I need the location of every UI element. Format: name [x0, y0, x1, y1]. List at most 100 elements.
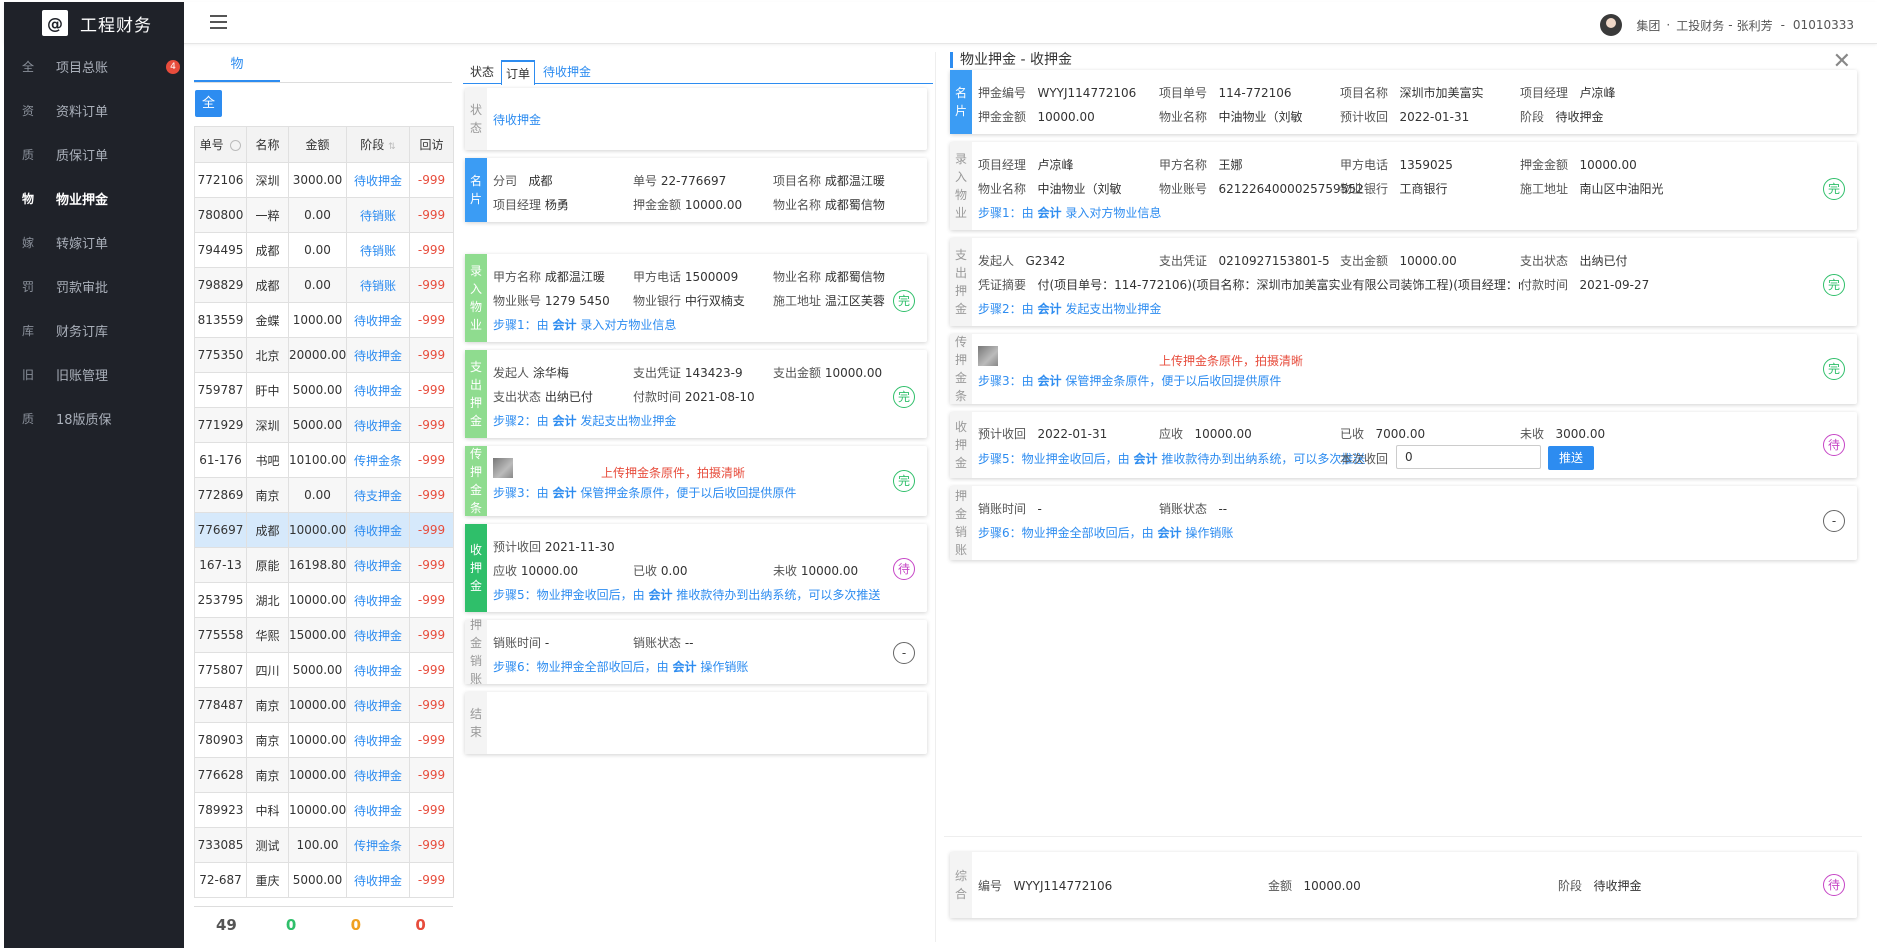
table-row[interactable]: 772106 深圳 3000.00 待收押金 -999 [194, 162, 454, 198]
sidebar-item-old-accounts[interactable]: 旧 旧账管理 [4, 352, 184, 396]
followup-cell: -999 [409, 827, 454, 863]
app-logo[interactable]: @ 工程财务 [4, 2, 184, 44]
table-row[interactable]: 775807 四川 5000.00 待收押金 -999 [194, 652, 454, 688]
amount-cell: 10000.00 [288, 582, 347, 618]
name-cell: 南京 [246, 722, 289, 758]
amount-cell: 5000.00 [288, 652, 347, 688]
deposit-enter-property-card: 录入物业 项目经理 卢凉峰 甲方名称 王娜 甲方电话 1359025 押金金额 … [950, 142, 1857, 230]
amount-cell: 10000.00 [288, 687, 347, 723]
card-label: 押金销账 [950, 486, 972, 560]
stage-cell: 待收押金 [346, 687, 410, 723]
sidebar-item-fine-approval[interactable]: 罚 罚款审批 [4, 264, 184, 308]
amount-cell: 5000.00 [288, 407, 347, 443]
card-label: 名片 [950, 70, 972, 134]
table-row[interactable]: 772869 南京 0.00 待支押金 -999 [194, 477, 454, 513]
menu-toggle-icon[interactable] [210, 15, 227, 29]
push-button[interactable]: 推送 [1548, 446, 1594, 470]
user-info[interactable]: 集团 · 工投财务 - 张利芳 - 01010333 [1600, 14, 1854, 36]
stage-cell: 待收押金 [346, 617, 410, 653]
column-header-order-no[interactable]: 单号 [194, 126, 247, 163]
table-row[interactable]: 72-687 重庆 5000.00 待收押金 -999 [194, 862, 454, 898]
current-collect-input[interactable] [1396, 445, 1541, 469]
sidebar-item-label: 18版质保 [56, 412, 112, 428]
table-row[interactable]: 776697 成都 10000.00 待收押金 -999 [194, 512, 454, 548]
table-row[interactable]: 733085 测试 100.00 传押金条 -999 [194, 827, 454, 863]
totals-bar: 49 0 0 0 [194, 906, 453, 942]
column-header-stage[interactable]: 阶段 ⇅ [346, 126, 410, 163]
order-no-cell: 733085 [194, 827, 247, 863]
column-header-name[interactable]: 名称 [246, 126, 289, 163]
current-collect-label: 本次收回 [1340, 452, 1389, 466]
total-count: 49 [215, 916, 237, 934]
table-row[interactable]: 61-176 书吧 10100.00 传押金条 -999 [194, 442, 454, 478]
followup-cell: -999 [409, 337, 454, 373]
tab-status[interactable]: 状态 [467, 60, 497, 84]
sidebar-item-18-warranty[interactable]: 质 18版质保 [4, 396, 184, 440]
panel-title: 物业押金 - 收押金 [950, 52, 1072, 68]
tab-order[interactable]: 订单 [501, 60, 535, 85]
top-bar: @ 工程财务 集团 · 工投财务 - 张利芳 - 01010333 [4, 2, 1877, 44]
table-row[interactable]: 253795 湖北 10000.00 待收押金 -999 [194, 582, 454, 618]
receipt-thumbnail[interactable] [978, 346, 998, 366]
followup-cell: -999 [409, 862, 454, 898]
table-row[interactable]: 778487 南京 10000.00 待收押金 -999 [194, 687, 454, 723]
sidebar-item-label: 项目总账 [56, 60, 109, 76]
stage-cell: 传押金条 [346, 827, 410, 863]
sidebar-item-material-orders[interactable]: 资 资料订单 [4, 88, 184, 132]
followup-cell: -999 [409, 617, 454, 653]
total-orange: 0 [350, 916, 362, 934]
stage-cell: 待收押金 [346, 582, 410, 618]
column-header-amount[interactable]: 金额 [288, 126, 347, 163]
table-row[interactable]: 771929 深圳 5000.00 待收押金 -999 [194, 407, 454, 443]
amount-cell: 100.00 [288, 827, 347, 863]
table-row[interactable]: 759787 盱中 5000.00 待收押金 -999 [194, 372, 454, 408]
filter-all-button[interactable]: 全 [195, 90, 222, 117]
tab-property[interactable]: 物 [194, 52, 280, 82]
tab-pending-deposit[interactable]: 待收押金 [539, 60, 595, 84]
table-row[interactable]: 780903 南京 10000.00 待收押金 -999 [194, 722, 454, 758]
avatar[interactable] [1600, 14, 1623, 36]
sidebar-item-label: 资料订单 [56, 104, 109, 120]
deposit-collect-card: 收押金 预计收回 2022-01-31 应收 10000.00 已收 7000.… [950, 412, 1857, 478]
amount-cell: 0.00 [288, 232, 347, 268]
sidebar-item-property-deposit[interactable]: 物 物业押金 [4, 176, 184, 220]
column-header-followup[interactable]: 回访 [409, 126, 454, 163]
search-icon[interactable] [230, 140, 242, 151]
followup-cell: -999 [409, 267, 454, 303]
card-label: 结束 [465, 692, 487, 754]
table-row[interactable]: 167-13 原能 16198.80 待收押金 -999 [194, 547, 454, 583]
table-row[interactable]: 813559 金蝶 1000.00 待收押金 -999 [194, 302, 454, 338]
sidebar-item-finance-library[interactable]: 库 财务订库 [4, 308, 184, 352]
table-row[interactable]: 789923 中科 10000.00 待收押金 -999 [194, 792, 454, 828]
name-cell: 成都 [246, 512, 289, 548]
table-body: 772106 深圳 3000.00 待收押金 -999 780800 一粹 0.00 待销账 -9… [194, 162, 454, 898]
table-row[interactable]: 776628 南京 10000.00 待收押金 -999 [194, 757, 454, 793]
amount-cell: 10000.00 [288, 512, 347, 548]
pay-deposit-card: 支出押金 发起人 涂华梅 支出凭证 143423-9 支出金额 10000.00… [465, 350, 927, 438]
sidebar-item-project-ledger[interactable]: 全 项目总账 4 [4, 44, 184, 88]
sort-icon[interactable]: ⇅ [388, 142, 396, 152]
deposit-writeoff-card: 押金销账 销账时间 - 销账状态 -- 步骤6：物业押金全部收回后，由 会计 操… [950, 486, 1857, 560]
table-row[interactable]: 794495 成都 0.00 待销账 -999 [194, 232, 454, 268]
name-cell: 南京 [246, 477, 289, 513]
sidebar-item-warranty-orders[interactable]: 质 质保订单 [4, 132, 184, 176]
followup-cell: -999 [409, 197, 454, 233]
name-cell: 南京 [246, 687, 289, 723]
sidebar-item-label: 财务订库 [56, 324, 109, 340]
card-label: 录入物业 [950, 142, 972, 230]
stage-cell: 待收押金 [346, 337, 410, 373]
card-label: 名片 [465, 158, 487, 222]
table-row[interactable]: 798829 成都 0.00 待销账 -999 [194, 267, 454, 303]
receipt-thumbnail[interactable] [493, 458, 513, 478]
table-row[interactable]: 775350 北京 20000.00 待收押金 -999 [194, 337, 454, 373]
table-row[interactable]: 775558 华熙 15000.00 待收押金 -999 [194, 617, 454, 653]
sidebar-item-transfer-orders[interactable]: 嫁 转嫁订单 [4, 220, 184, 264]
app-title: 工程财务 [80, 15, 152, 36]
table-row[interactable]: 780800 一粹 0.00 待销账 -999 [194, 197, 454, 233]
sidebar-item-icon: 旧 [22, 367, 35, 382]
card-label: 收押金 [465, 524, 487, 612]
pm-value: 杨勇 [544, 198, 569, 212]
stage-cell: 待收押金 [346, 792, 410, 828]
complete-status-icon: 完 [1823, 274, 1845, 296]
name-cell: 金蝶 [246, 302, 289, 338]
